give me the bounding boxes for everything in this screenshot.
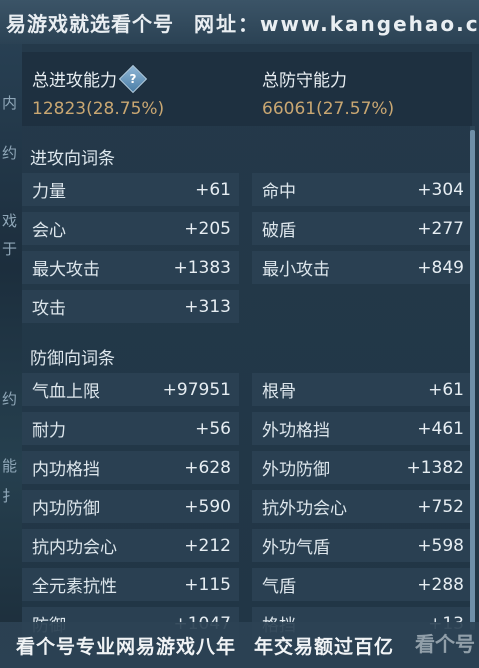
stat-row: 攻击 +313: [22, 290, 239, 323]
stat-row: 内功格挡 +628: [22, 451, 239, 484]
bg-char: 于: [2, 240, 18, 258]
stat-row: 气血上限 +97951: [22, 373, 239, 406]
info-icon[interactable]: ?: [118, 64, 148, 93]
stat-row: 会心 +205: [22, 212, 239, 245]
scrollbar-thumb[interactable]: [470, 130, 475, 630]
stat-row: 破盾 +277: [252, 212, 472, 245]
game-background-strip: 内 约 戏 于 约 能 扌: [0, 0, 22, 668]
bg-char: 能: [2, 457, 18, 475]
stat-row: 外功气盾 +598: [252, 529, 472, 562]
bg-char: 戏: [2, 212, 18, 230]
bg-char: 内: [2, 94, 18, 112]
total-attack: 总进攻能力 ? 12823(28.75%): [32, 64, 165, 119]
stat-row: 抗外功会心 +752: [252, 490, 472, 523]
stat-row: 最小攻击 +849: [252, 251, 472, 284]
stat-row: 外功防御 +1382: [252, 451, 472, 484]
bg-char: 约: [2, 144, 18, 162]
summary-box: 总进攻能力 ? 12823(28.75%) 总防守能力 66061(27.57%…: [22, 52, 472, 126]
stat-row: 气盾 +288: [252, 568, 472, 601]
total-attack-label: 总进攻能力: [32, 71, 117, 91]
stat-row: 命中 +304: [252, 173, 472, 206]
stat-row: 根骨 +61: [252, 373, 472, 406]
total-defense-label: 总防守能力: [262, 71, 347, 91]
bottom-watermark-banner: 看个号专业网易游戏八年 年交易额过百亿: [0, 622, 479, 668]
stat-row: 力量 +61: [22, 173, 239, 206]
watermark-bottom-right: 年交易额过百亿: [254, 635, 395, 658]
total-attack-value: 12823(28.75%): [32, 99, 165, 119]
stat-row: 外功格挡 +461: [252, 412, 472, 445]
stat-row: 全元素抗性 +115: [22, 568, 239, 601]
bg-char: 约: [2, 390, 18, 408]
top-watermark-banner: 易游戏就选看个号 网址：www.kangehao.c: [0, 0, 479, 44]
attack-section-title: 进攻向词条: [30, 149, 115, 169]
stat-row: 抗内功会心 +212: [22, 529, 239, 562]
watermark-slogan: 易游戏就选看个号: [6, 11, 174, 36]
bg-char: 扌: [2, 487, 18, 505]
stat-row: 内功防御 +590: [22, 490, 239, 523]
stat-row: 耐力 +56: [22, 412, 239, 445]
watermark-bottom-left: 看个号专业网易游戏八年: [16, 635, 237, 658]
defense-section-title: 防御向词条: [30, 349, 115, 369]
stat-row: 最大攻击 +1383: [22, 251, 239, 284]
total-defense-value: 66061(27.57%): [262, 99, 395, 119]
watermark-url: 网址：www.kangehao.c: [194, 11, 479, 36]
total-defense: 总防守能力 66061(27.57%): [262, 66, 394, 119]
watermark-logo: 看个号: [415, 632, 475, 656]
attributes-panel: 总进攻能力 ? 12823(28.75%) 总防守能力 66061(27.57%…: [22, 44, 479, 640]
